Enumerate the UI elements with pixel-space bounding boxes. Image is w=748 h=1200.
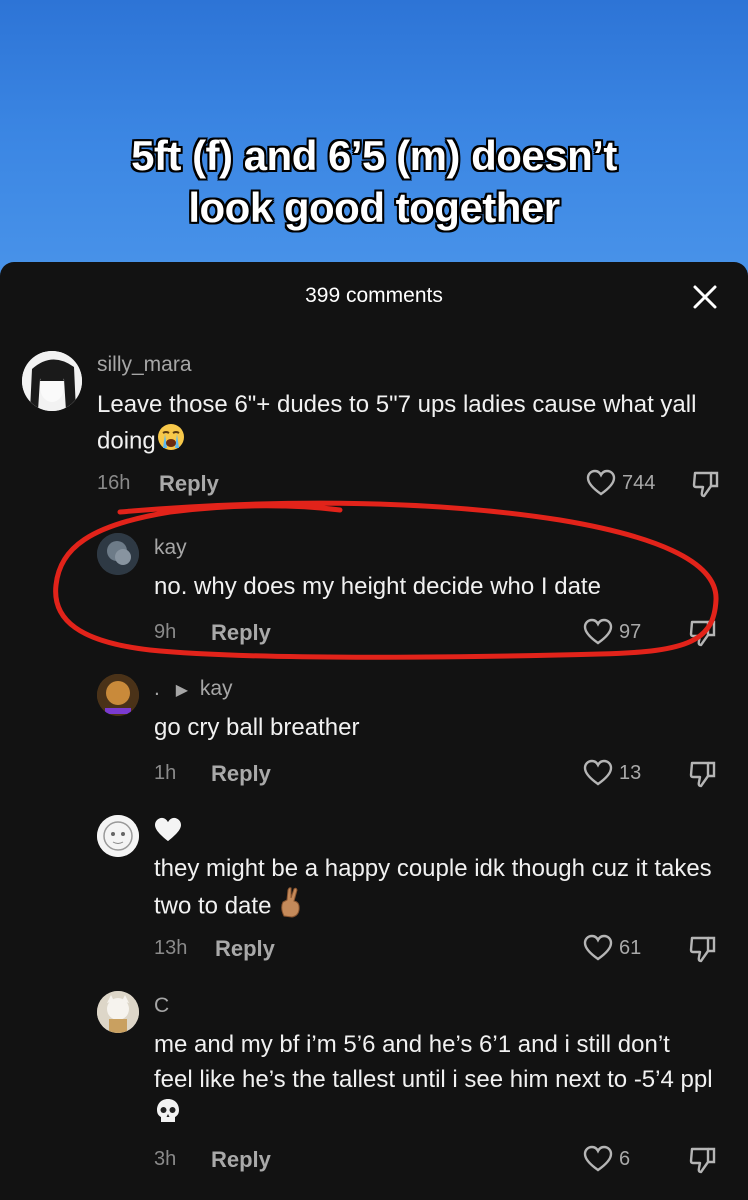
avatar[interactable]: [22, 351, 82, 411]
comment-timestamp: 1h: [154, 762, 177, 784]
heart-outline-icon: [583, 759, 613, 786]
reply-button[interactable]: Reply: [215, 936, 275, 962]
like-button[interactable]: 13: [583, 759, 641, 787]
comment-username[interactable]: kay: [154, 536, 187, 560]
comment-timestamp: 13h: [154, 937, 188, 959]
comment-timestamp: 3h: [154, 1148, 177, 1170]
reply-arrow-icon: ▶: [175, 682, 188, 699]
like-count: 6: [619, 1147, 631, 1170]
avatar[interactable]: [97, 991, 139, 1033]
white-heart-icon[interactable]: [154, 817, 182, 843]
like-count: 97: [619, 620, 642, 643]
reply-button[interactable]: Reply: [211, 1147, 271, 1173]
like-button[interactable]: 61: [583, 934, 641, 962]
dislike-icon[interactable]: [688, 1145, 718, 1175]
comment-text: me and my bf i’m 5’6 and he’s 6’1 and i …: [154, 1027, 714, 1135]
crossed-fingers-icon: [278, 886, 304, 928]
like-count: 13: [619, 761, 642, 784]
like-count: 744: [622, 471, 656, 494]
like-button[interactable]: 6: [583, 1145, 630, 1173]
dislike-icon[interactable]: [688, 934, 718, 964]
like-count: 61: [619, 936, 642, 959]
heart-outline-icon: [583, 618, 613, 645]
skull-icon: [154, 1097, 182, 1135]
avatar[interactable]: [97, 815, 139, 857]
reply-to-username[interactable]: kay: [200, 677, 233, 700]
comment-count: 399 comments: [305, 284, 443, 307]
comment-text: Leave those 6"+ dudes to 5"7 ups ladies …: [97, 387, 697, 462]
dislike-icon[interactable]: [688, 759, 718, 789]
comment-timestamp: 9h: [154, 621, 177, 643]
heart-outline-icon: [583, 934, 613, 961]
comment-username[interactable]: C: [154, 994, 169, 1018]
close-icon[interactable]: [692, 284, 718, 310]
heart-outline-icon: [586, 469, 616, 496]
avatar[interactable]: [97, 533, 139, 575]
dislike-icon[interactable]: [691, 469, 721, 499]
like-button[interactable]: 97: [583, 618, 641, 646]
comment-text: go cry ball breather: [154, 714, 360, 741]
comment-timestamp: 16h: [97, 472, 131, 494]
comment-text: no. why does my height decide who I date: [154, 573, 601, 600]
heart-outline-icon: [583, 1145, 613, 1172]
reply-button[interactable]: Reply: [159, 471, 219, 497]
reply-button[interactable]: Reply: [211, 620, 271, 646]
like-button[interactable]: 744: [586, 469, 655, 497]
comment-text: they might be a happy couple idk though …: [154, 851, 744, 928]
avatar[interactable]: [97, 674, 139, 716]
comment-username: . ▶ kay: [154, 677, 233, 700]
loudly-crying-face-icon: [156, 422, 186, 462]
dislike-icon[interactable]: [688, 618, 718, 648]
video-overlay-title: 5ft (f) and 6’5 (m) doesn’t look good to…: [131, 132, 617, 231]
reply-button[interactable]: Reply: [211, 761, 271, 787]
comment-username[interactable]: silly_mara: [97, 353, 192, 377]
